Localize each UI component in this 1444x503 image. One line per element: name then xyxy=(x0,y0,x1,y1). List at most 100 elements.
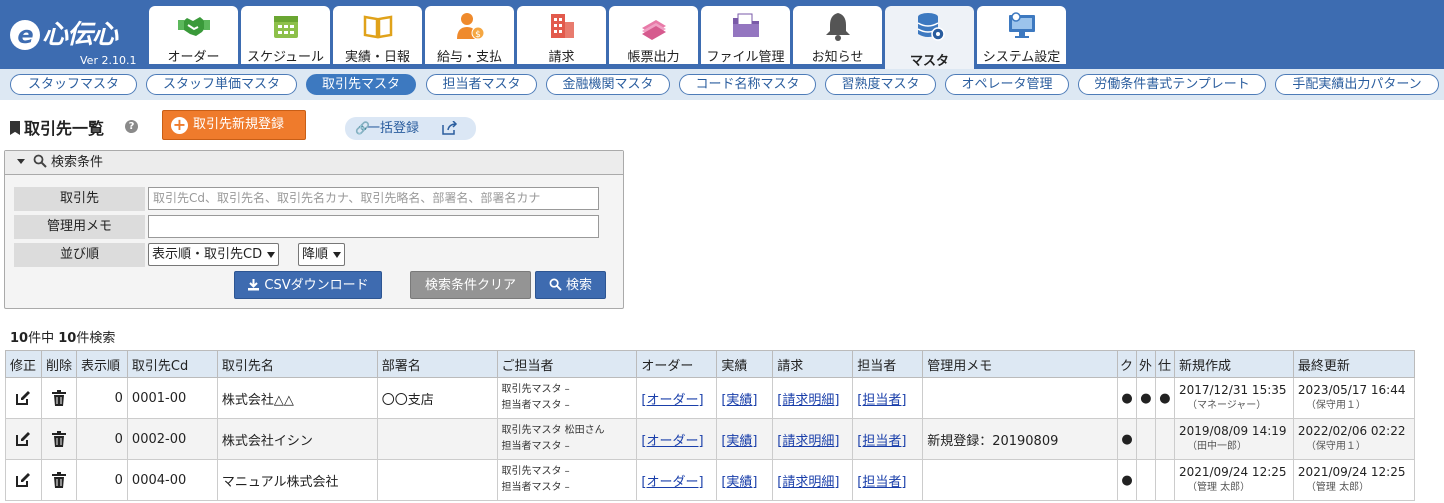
col-contact: ご担当者 xyxy=(496,350,638,378)
client-name-cell: マニュアル株式会社 xyxy=(216,459,378,501)
subtab-contact-master[interactable]: 担当者マスタ xyxy=(426,74,537,95)
payroll-person-icon: $ xyxy=(456,13,484,40)
updated-at: 2023/05/17 16:44 xyxy=(1297,383,1406,397)
contact-line-client: 取引先マスタ – xyxy=(501,466,570,477)
results-link[interactable]: [実績] xyxy=(721,434,757,449)
csv-download-button[interactable]: CSVダウンロード xyxy=(234,271,382,299)
tab-billing[interactable]: 請求 xyxy=(517,6,606,65)
order-link[interactable]: [オーダー] xyxy=(641,393,703,408)
trash-icon[interactable] xyxy=(51,431,67,447)
order-link[interactable]: [オーダー] xyxy=(641,475,703,490)
edit-cell xyxy=(5,418,42,460)
svg-text:$: $ xyxy=(475,30,481,40)
help-icon[interactable]: ? xyxy=(125,120,138,133)
subtab-staff-rate-master[interactable]: スタッフ単価マスタ xyxy=(146,74,297,95)
tab-results[interactable]: 実績・日報 xyxy=(333,6,422,65)
edit-icon[interactable] xyxy=(15,431,31,447)
subtab-labor-template[interactable]: 労働条件書式テンプレート xyxy=(1078,74,1266,95)
bulk-register-button[interactable]: 🔗 一括登録 xyxy=(345,117,476,140)
staff-link[interactable]: [担当者] xyxy=(857,475,906,490)
created-at: 2021/09/24 12:25 xyxy=(1178,465,1287,479)
trash-icon[interactable] xyxy=(51,390,67,406)
staff-link[interactable]: [担当者] xyxy=(857,393,906,408)
memo-input[interactable] xyxy=(148,215,599,238)
staff-link-cell: [担当者] xyxy=(852,459,924,501)
sort-field-select[interactable]: 表示順・取引先CD xyxy=(148,243,279,266)
col-k: ク xyxy=(1117,350,1137,378)
clear-search-button[interactable]: 検索条件クリア xyxy=(410,271,531,299)
result-count: 10件中 10件検索 xyxy=(10,327,115,346)
results-link[interactable]: [実績] xyxy=(721,393,757,408)
logo-wordmark: e 心伝心 xyxy=(10,14,118,51)
tab-master[interactable]: マスタ xyxy=(885,6,974,70)
search-icon xyxy=(549,278,562,291)
subtab-operator-management[interactable]: オペレータ管理 xyxy=(945,74,1069,95)
tab-system-settings-label: システム設定 xyxy=(982,50,1061,65)
subtab-skill-master[interactable]: 習熟度マスタ xyxy=(825,74,936,95)
memo-cell: 新規登録：20190809 xyxy=(922,418,1118,460)
flag-s-cell xyxy=(1154,418,1175,460)
tab-payroll[interactable]: $ 給与・支払 xyxy=(425,6,514,65)
client-code-cell: 0004-00 xyxy=(126,459,218,501)
memo-cell xyxy=(922,459,1118,501)
tab-notices[interactable]: お知らせ xyxy=(793,6,882,65)
billing-detail-link[interactable]: [請求明細] xyxy=(777,475,839,490)
order-link[interactable]: [オーダー] xyxy=(641,434,703,449)
created-cell: 2017/12/31 15:35 （マネージャー） xyxy=(1173,377,1294,419)
handshake-icon xyxy=(177,17,210,36)
edit-icon[interactable] xyxy=(15,472,31,488)
flag-g-cell: ● xyxy=(1135,377,1156,419)
col-memo: 管理用メモ xyxy=(922,350,1118,378)
col-display-order[interactable]: 表示順 xyxy=(75,350,128,378)
subtab-code-name-master[interactable]: コード名称マスタ xyxy=(679,74,816,95)
external-open-icon xyxy=(442,121,458,135)
col-client-code[interactable]: 取引先Cd xyxy=(126,350,218,378)
subtab-staff-master[interactable]: スタッフマスタ xyxy=(10,74,137,95)
logo-e-mark: e xyxy=(10,20,40,50)
bulk-register-label: 一括登録 xyxy=(367,121,420,136)
subtab-arrangement-pattern[interactable]: 手配実績出力パターン xyxy=(1275,74,1439,95)
calendar-icon xyxy=(273,16,298,38)
logo-name: 心伝心 xyxy=(42,20,118,50)
search-panel-header[interactable]: 検索条件 xyxy=(5,151,623,175)
tab-master-label: マスタ xyxy=(909,54,949,69)
tab-schedule[interactable]: スケジュール xyxy=(241,6,330,65)
edit-icon[interactable] xyxy=(15,390,31,406)
contact-line-client: 取引先マスタ 松田さん xyxy=(501,425,605,436)
col-client-name[interactable]: 取引先名 xyxy=(216,350,378,378)
table-row: 0 0004-00 マニュアル株式会社 取引先マスタ – 担当者マスタ – [オー… xyxy=(5,459,1416,501)
link-icon: 🔗 xyxy=(355,121,370,135)
created-at: 2019/08/09 14:19 xyxy=(1178,424,1287,438)
sort-direction-select[interactable]: 降順 xyxy=(298,243,345,266)
display-order-cell: 0 xyxy=(75,418,128,460)
trash-icon[interactable] xyxy=(51,472,67,488)
database-icon xyxy=(917,13,945,41)
app-logo[interactable]: e 心伝心 Ver 2.10.1 xyxy=(6,10,140,67)
contact-cell: 取引先マスタ – 担当者マスタ – xyxy=(496,377,638,419)
col-updated[interactable]: 最終更新 xyxy=(1292,350,1416,378)
search-button[interactable]: 検索 xyxy=(535,271,606,299)
created-cell: 2021/09/24 12:25 （管理 太郎） xyxy=(1173,459,1294,501)
updated-at: 2021/09/24 12:25 xyxy=(1297,465,1406,479)
updated-by: （保守用１） xyxy=(1305,400,1366,411)
memo-label: 管理用メモ xyxy=(14,215,145,239)
subtab-client-master[interactable]: 取引先マスタ xyxy=(306,74,416,95)
subtab-bank-master[interactable]: 金融機関マスタ xyxy=(546,74,670,95)
plus-icon: + xyxy=(171,115,188,134)
results-link[interactable]: [実績] xyxy=(721,475,757,490)
tab-system-settings[interactable]: システム設定 xyxy=(977,6,1066,65)
new-client-button[interactable]: + 取引先新規登録 xyxy=(162,110,306,140)
staff-link[interactable]: [担当者] xyxy=(857,434,906,449)
memo-cell xyxy=(922,377,1118,419)
billing-detail-link[interactable]: [請求明細] xyxy=(777,393,839,408)
collapse-triangle-icon xyxy=(17,159,25,164)
billing-detail-link[interactable]: [請求明細] xyxy=(777,434,839,449)
sort-field-value: 表示順・取引先CD xyxy=(152,247,263,262)
client-search-input[interactable]: 取引先Cd、取引先名、取引先名カナ、取引先略名、部署名、部署名カナ xyxy=(148,187,599,210)
delete-cell xyxy=(40,418,77,460)
col-department[interactable]: 部署名 xyxy=(376,350,498,378)
tab-order[interactable]: オーダー xyxy=(149,6,238,65)
col-created[interactable]: 新規作成 xyxy=(1173,350,1294,378)
tab-forms[interactable]: 帳票出力 xyxy=(609,6,698,65)
tab-files[interactable]: ファイル管理 xyxy=(701,6,790,65)
